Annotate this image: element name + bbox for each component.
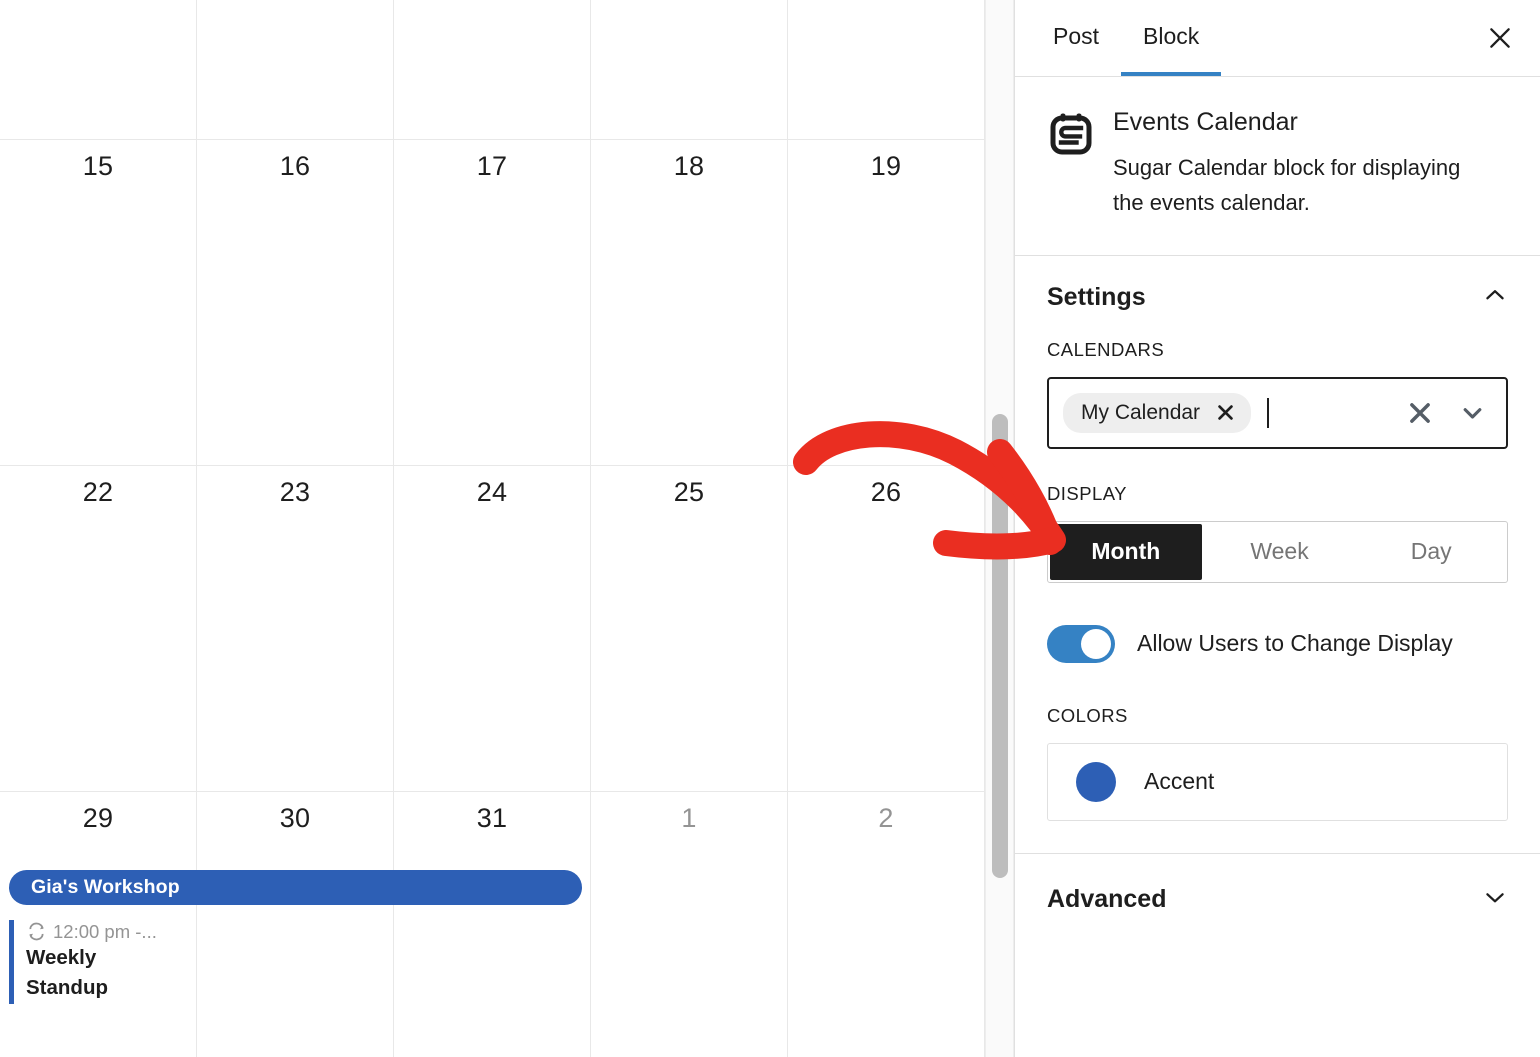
calendar-event-pill[interactable]: Gia's Workshop	[9, 870, 582, 905]
calendar-day-cell[interactable]: 24	[394, 466, 591, 792]
recurring-icon	[29, 922, 44, 941]
settings-title: Settings	[1047, 282, 1146, 311]
calendar-day-cell[interactable]: 26	[788, 466, 985, 792]
calendar-month-grid: 15 16 17 18 19 22 23 24 25 26 29 30 31 1 2 Gia's Worksh…	[0, 0, 985, 1057]
calendars-label: CALENDARS	[1047, 338, 1165, 360]
remove-token-icon[interactable]	[1216, 403, 1235, 422]
calendar-token-label: My Calendar	[1081, 400, 1201, 424]
colors-label: COLORS	[1047, 704, 1128, 726]
calendar-day-cell[interactable]: 17	[394, 140, 591, 466]
calendar-day-cell[interactable]: 31	[394, 792, 591, 1057]
vertical-scrollbar-thumb[interactable]	[992, 414, 1008, 878]
block-title: Events Calendar	[1113, 108, 1298, 136]
sugar-calendar-icon	[1047, 107, 1095, 221]
display-option-month[interactable]: Month	[1050, 523, 1202, 580]
calendar-day-number: 1	[681, 803, 697, 833]
calendar-day-number: 17	[476, 151, 508, 181]
calendar-day-number: 19	[870, 151, 902, 181]
settings-panel: Settings CALENDARS My Calendar DISPLAY M…	[1015, 256, 1540, 854]
calendar-day-cell[interactable]: 1	[591, 792, 788, 1057]
calendar-day-cell[interactable]: 22	[0, 466, 197, 792]
toggle-knob	[1081, 628, 1111, 659]
calendar-day-cell[interactable]: 30	[197, 792, 394, 1057]
calendar-day-number: 18	[673, 151, 705, 181]
calendar-token[interactable]: My Calendar	[1063, 392, 1252, 433]
calendar-day-number: 16	[279, 151, 311, 181]
close-icon[interactable]	[1478, 16, 1522, 60]
block-info-card: Events Calendar Sugar Calendar block for…	[1015, 77, 1540, 256]
calendar-day-number: 30	[279, 803, 311, 833]
block-settings-sidebar: Post Block Events Calendar Sugar Calenda…	[1014, 0, 1540, 1057]
display-label: DISPLAY	[1047, 482, 1127, 504]
calendar-day-cell[interactable]	[197, 0, 394, 140]
chevron-up-icon	[1482, 282, 1508, 313]
calendar-day-cell[interactable]: 23	[197, 466, 394, 792]
calendar-event-time: 12:00 pm -...	[26, 920, 188, 943]
chevron-down-icon	[1482, 884, 1508, 915]
display-option-week[interactable]: Week	[1204, 522, 1356, 582]
calendar-event-time-label: 12:00 pm -...	[53, 921, 157, 942]
display-segmented-control: Month Week Day	[1047, 520, 1508, 583]
calendar-grid-region: 15 16 17 18 19 22 23 24 25 26 29 30 31 1 2 Gia's Worksh…	[0, 0, 985, 1057]
calendar-day-cell[interactable]: 15	[0, 140, 197, 466]
calendar-day-cell[interactable]: 18	[591, 140, 788, 466]
calendar-day-cell[interactable]	[788, 0, 985, 140]
display-option-day[interactable]: Day	[1355, 522, 1507, 582]
text-caret	[1267, 397, 1270, 428]
calendar-day-number: 31	[476, 803, 508, 833]
calendar-day-cell[interactable]: 19	[788, 140, 985, 466]
accent-color-row[interactable]: Accent	[1047, 742, 1508, 821]
accent-color-label: Accent	[1144, 768, 1215, 794]
chevron-down-icon[interactable]	[1459, 399, 1486, 426]
calendar-day-number: 25	[673, 477, 705, 507]
allow-change-display-row: Allow Users to Change Display	[1047, 624, 1508, 663]
calendar-day-cell[interactable]: 2	[788, 792, 985, 1057]
accent-color-swatch[interactable]	[1076, 761, 1116, 802]
calendar-day-cell[interactable]: 16	[197, 140, 394, 466]
advanced-title: Advanced	[1047, 884, 1167, 913]
calendar-day-number: 15	[82, 151, 114, 181]
calendar-day-number: 24	[476, 477, 508, 507]
calendar-day-number: 29	[82, 803, 114, 833]
calendar-day-number: 2	[878, 803, 894, 833]
tab-block[interactable]: Block	[1121, 0, 1222, 76]
tab-post[interactable]: Post	[1031, 0, 1121, 76]
calendar-day-number: 23	[279, 477, 311, 507]
clear-all-icon[interactable]	[1407, 400, 1433, 426]
sidebar-tabs: Post Block	[1015, 0, 1540, 77]
calendars-token-field[interactable]: My Calendar	[1047, 376, 1508, 449]
calendar-day-number: 26	[870, 477, 902, 507]
advanced-section-toggle[interactable]: Advanced	[1015, 854, 1540, 945]
calendar-day-number: 22	[82, 477, 114, 507]
calendar-event-title: Weekly Standup	[26, 946, 108, 1000]
calendar-day-cell[interactable]	[0, 0, 197, 140]
calendar-day-cell[interactable]: 25	[591, 466, 788, 792]
allow-change-display-label: Allow Users to Change Display	[1137, 630, 1453, 656]
calendar-day-cell[interactable]	[394, 0, 591, 140]
calendar-event-detail[interactable]: 12:00 pm -... Weekly Standup	[9, 920, 188, 1004]
calendar-day-cell[interactable]	[591, 0, 788, 140]
settings-section-toggle[interactable]: Settings	[1047, 282, 1508, 313]
allow-change-display-toggle[interactable]	[1047, 624, 1115, 663]
block-description: Sugar Calendar block for displaying the …	[1113, 155, 1461, 215]
